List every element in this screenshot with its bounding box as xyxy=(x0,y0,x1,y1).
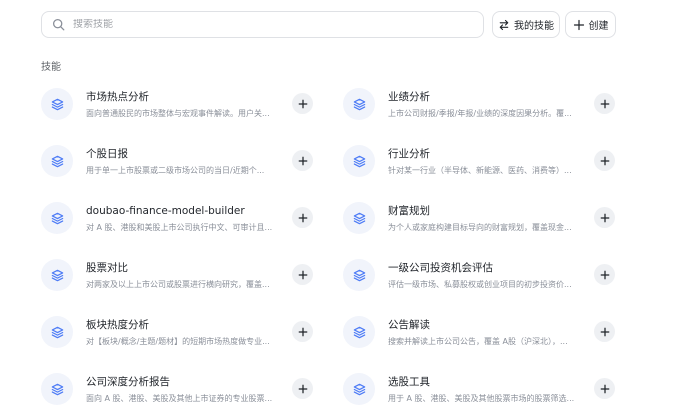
skill-name: 财富规划 xyxy=(388,204,430,217)
plus-icon xyxy=(298,270,308,280)
skill-text: 板块热度分析对【板块/概念/主题/题材】的短期市场热度做专业... xyxy=(86,318,278,347)
skill-name: 行业分析 xyxy=(388,147,430,160)
skill-card[interactable]: 公司深度分析报告面向 A 股、港股、美股及其他上市证券的专业股票... xyxy=(41,369,313,409)
skill-layers-icon xyxy=(343,373,375,405)
skill-text: 公告解读搜索并解读上市公司公告，覆盖 A股（沪深北），... xyxy=(388,318,580,347)
skill-layers-icon xyxy=(41,202,73,234)
plus-icon xyxy=(573,19,584,30)
skill-text: 一级公司投资机会评估评估一级市场、私募股权或创业项目的初步投资价... xyxy=(388,261,580,290)
skill-name: 选股工具 xyxy=(388,375,430,388)
skill-card[interactable]: 一级公司投资机会评估评估一级市场、私募股权或创业项目的初步投资价... xyxy=(343,255,615,295)
skill-layers-icon xyxy=(343,202,375,234)
skill-description: 为个人或家庭构建目标导向的财富规划，覆盖现金... xyxy=(388,222,572,232)
plus-icon xyxy=(600,156,610,166)
skill-text: 财富规划为个人或家庭构建目标导向的财富规划，覆盖现金... xyxy=(388,204,580,233)
skill-card[interactable]: doubao-finance-model-builder 对 A 股、港股和美股上… xyxy=(41,198,313,238)
skill-card[interactable]: 公告解读搜索并解读上市公司公告，覆盖 A股（沪深北），... xyxy=(343,312,615,352)
skill-card[interactable]: 市场热点分析面向普通股民的市场整体与宏观事件解读。用户关... xyxy=(41,84,313,124)
plus-icon xyxy=(600,327,610,337)
plus-icon xyxy=(298,327,308,337)
skill-layers-icon xyxy=(343,88,375,120)
add-skill-button[interactable] xyxy=(594,321,615,342)
skill-name: 公司深度分析报告 xyxy=(86,375,170,388)
skill-layers-icon xyxy=(343,259,375,291)
skill-name: 一级公司投资机会评估 xyxy=(388,261,493,274)
skill-card[interactable]: 板块热度分析对【板块/概念/主题/题材】的短期市场热度做专业... xyxy=(41,312,313,352)
plus-icon xyxy=(298,99,308,109)
search-icon xyxy=(52,18,65,31)
skill-name: 公告解读 xyxy=(388,318,430,331)
skill-name: 股票对比 xyxy=(86,261,128,274)
add-skill-button[interactable] xyxy=(292,93,313,114)
skill-name: 业绩分析 xyxy=(388,90,430,103)
skill-layers-icon xyxy=(41,145,73,177)
skill-description: 用于单一上市股票或二级市场公司的当日/近期个... xyxy=(86,165,265,175)
skill-layers-icon xyxy=(41,373,73,405)
skill-text: doubao-finance-model-builder 对 A 股、港股和美股上… xyxy=(86,204,278,233)
skill-card[interactable]: 股票对比对两家及以上上市公司或股票进行横向研究，覆盖... xyxy=(41,255,313,295)
skill-card[interactable]: 行业分析针对某一行业（半导体、新能源、医药、消费等）... xyxy=(343,141,615,181)
skill-layers-icon xyxy=(343,145,375,177)
skill-description: 对两家及以上上市公司或股票进行横向研究，覆盖... xyxy=(86,279,270,289)
skill-name: 市场热点分析 xyxy=(86,90,149,103)
plus-icon xyxy=(298,213,308,223)
skill-description: 针对某一行业（半导体、新能源、医药、消费等）... xyxy=(388,165,572,175)
swap-icon xyxy=(499,19,509,30)
skill-description: 对【板块/概念/主题/题材】的短期市场热度做专业... xyxy=(86,336,270,346)
plus-icon xyxy=(298,156,308,166)
section-title: 技能 xyxy=(41,62,61,73)
skill-card[interactable]: 业绩分析上市公司财报/季报/年报/业绩的深度因果分析。覆... xyxy=(343,84,615,124)
skill-layers-icon xyxy=(343,316,375,348)
add-skill-button[interactable] xyxy=(594,207,615,228)
search-box[interactable] xyxy=(41,11,484,38)
skill-name: 个股日报 xyxy=(86,147,128,160)
add-skill-button[interactable] xyxy=(594,150,615,171)
my-skills-label: 我的技能 xyxy=(514,21,554,32)
plus-icon xyxy=(600,99,610,109)
skill-text: 行业分析针对某一行业（半导体、新能源、医药、消费等）... xyxy=(388,147,580,176)
skill-card[interactable]: 财富规划为个人或家庭构建目标导向的财富规划，覆盖现金... xyxy=(343,198,615,238)
skill-layers-icon xyxy=(41,259,73,291)
add-skill-button[interactable] xyxy=(292,264,313,285)
skill-layers-icon xyxy=(41,316,73,348)
skill-text: 业绩分析上市公司财报/季报/年报/业绩的深度因果分析。覆... xyxy=(388,90,580,119)
add-skill-button[interactable] xyxy=(594,264,615,285)
add-skill-button[interactable] xyxy=(594,93,615,114)
skill-description: 对 A 股、港股和美股上市公司执行中文、可审计且... xyxy=(86,222,273,232)
skill-text: 公司深度分析报告面向 A 股、港股、美股及其他上市证券的专业股票... xyxy=(86,375,278,404)
add-skill-button[interactable] xyxy=(292,207,313,228)
skill-description: 面向普通股民的市场整体与宏观事件解读。用户关... xyxy=(86,108,270,118)
skill-text: 股票对比对两家及以上上市公司或股票进行横向研究，覆盖... xyxy=(86,261,278,290)
skill-text: 市场热点分析面向普通股民的市场整体与宏观事件解读。用户关... xyxy=(86,90,278,119)
plus-icon xyxy=(600,213,610,223)
add-skill-button[interactable] xyxy=(292,150,313,171)
search-input[interactable] xyxy=(73,19,473,30)
skill-layers-icon xyxy=(41,88,73,120)
skill-card[interactable]: 选股工具用于 A 股、港股、美股及其他股票市场的股票筛选... xyxy=(343,369,615,409)
skill-description: 评估一级市场、私募股权或创业项目的初步投资价... xyxy=(388,279,572,289)
skill-description: 面向 A 股、港股、美股及其他上市证券的专业股票... xyxy=(86,393,273,403)
top-bar: 我的技能 创建 xyxy=(41,11,616,38)
plus-icon xyxy=(600,384,610,394)
skill-name: 板块热度分析 xyxy=(86,318,149,331)
skill-name: doubao-finance-model-builder xyxy=(86,204,245,217)
skill-card[interactable]: 个股日报用于单一上市股票或二级市场公司的当日/近期个... xyxy=(41,141,313,181)
add-skill-button[interactable] xyxy=(594,378,615,399)
plus-icon xyxy=(600,270,610,280)
skill-description: 用于 A 股、港股、美股及其他股票市场的股票筛选... xyxy=(388,393,575,403)
skill-text: 个股日报用于单一上市股票或二级市场公司的当日/近期个... xyxy=(86,147,278,176)
create-button[interactable]: 创建 xyxy=(565,11,616,38)
skill-description: 上市公司财报/季报/年报/业绩的深度因果分析。覆... xyxy=(388,108,572,118)
add-skill-button[interactable] xyxy=(292,321,313,342)
plus-icon xyxy=(298,384,308,394)
my-skills-button[interactable]: 我的技能 xyxy=(492,11,560,38)
skill-text: 选股工具用于 A 股、港股、美股及其他股票市场的股票筛选... xyxy=(388,375,580,404)
skill-description: 搜索并解读上市公司公告，覆盖 A股（沪深北），... xyxy=(388,336,568,346)
create-label: 创建 xyxy=(588,21,609,32)
add-skill-button[interactable] xyxy=(292,378,313,399)
